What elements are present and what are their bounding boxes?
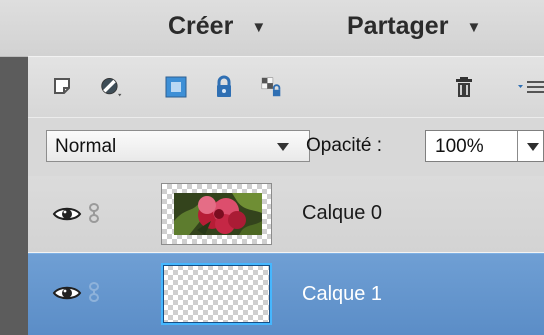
create-menu-chevron-down-icon: ▼ <box>251 19 267 36</box>
adjustment-layer-icon[interactable] <box>100 75 124 99</box>
opacity-value: 100% <box>435 136 484 157</box>
lock-transparency-icon[interactable] <box>260 75 284 99</box>
mask-icon[interactable] <box>164 75 188 99</box>
opacity-input[interactable]: 100% <box>425 130 544 162</box>
eye-icon[interactable] <box>52 205 82 223</box>
share-menu-label: Partager <box>347 12 449 40</box>
layer-name[interactable]: Calque 0 <box>302 202 382 225</box>
top-menu-bar: Créer ▼ Partager ▼ <box>0 0 544 57</box>
layer-name[interactable]: Calque 1 <box>302 283 382 306</box>
blend-mode-chevron-down-icon <box>277 143 289 151</box>
layers-toolbar <box>28 56 544 118</box>
layer-thumbnail-transparent[interactable] <box>161 263 272 325</box>
link-icon[interactable] <box>88 282 100 302</box>
rose-photo-image <box>174 193 262 235</box>
create-menu[interactable]: Créer ▼ <box>168 12 266 41</box>
layer-thumbnail-rose[interactable] <box>161 183 272 245</box>
layer-row-calque-1[interactable]: Calque 1 <box>28 253 544 335</box>
opacity-divider <box>517 131 518 161</box>
opacity-label: Opacité : <box>306 135 383 156</box>
eye-icon[interactable] <box>52 284 82 302</box>
share-menu[interactable]: Partager ▼ <box>347 12 481 41</box>
trash-icon[interactable] <box>452 75 476 99</box>
layer-options-row: Normal Opacité : 100% <box>28 117 544 177</box>
blend-mode-select[interactable]: Normal <box>46 130 310 162</box>
blend-mode-value: Normal <box>55 136 117 157</box>
new-layer-icon[interactable] <box>51 75 75 99</box>
create-menu-label: Créer <box>168 12 234 40</box>
lock-icon[interactable] <box>212 75 236 99</box>
link-icon[interactable] <box>88 203 100 223</box>
share-menu-chevron-down-icon: ▼ <box>466 19 482 36</box>
panel-menu-icon[interactable] <box>516 75 544 99</box>
layers-panel: Créer ▼ Partager ▼ Normal Opacité: 100%… <box>0 0 544 335</box>
opacity-chevron-down-icon[interactable] <box>527 143 539 151</box>
layer-row-calque-0[interactable]: Calque 0 <box>28 176 544 253</box>
